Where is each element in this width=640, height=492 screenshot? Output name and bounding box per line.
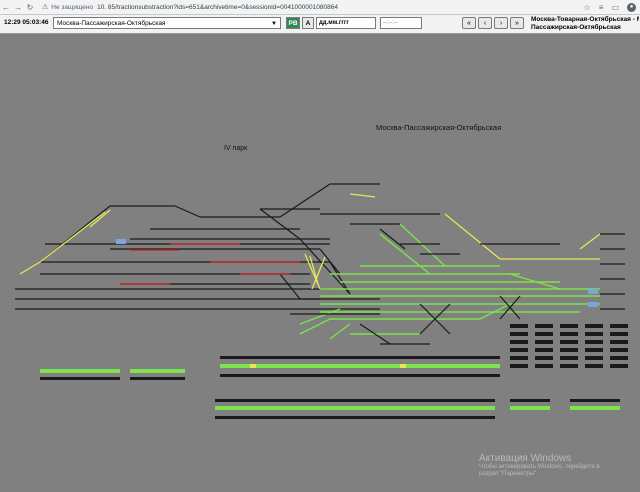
fault-segments [120, 243, 300, 285]
chevron-down-icon: ▼ [271, 21, 277, 27]
reading-list-icon[interactable]: ≡ [599, 3, 604, 12]
star-icon[interactable]: ☆ [584, 3, 591, 12]
a-button[interactable]: А [302, 17, 314, 29]
browser-bar: ← → ↻ ⚠ Не защищено 10. 85/tractionsubst… [0, 0, 640, 15]
station-title: Москва-Пассажирская-Октябрьская [376, 123, 502, 132]
current-time: 12:29 05:03:46 [4, 19, 49, 26]
breaker-bank-top [220, 356, 500, 377]
last-button[interactable]: » [510, 17, 524, 29]
prev-button[interactable]: ‹ [478, 17, 492, 29]
app-toolbar: 12:29 05:03:46 Москва-Пассажирская-Октяб… [0, 15, 640, 34]
back-icon[interactable]: ← [0, 3, 12, 12]
station-select[interactable]: Москва-Пассажирская-Октябрьская ▼ [53, 17, 281, 29]
left-breaker-bank [40, 369, 185, 380]
next-button[interactable]: › [494, 17, 508, 29]
breaker-bank-bottom [215, 399, 620, 419]
profile-avatar-icon[interactable]: ● [627, 2, 636, 12]
track-scheme[interactable] [0, 34, 640, 492]
security-label[interactable]: Не защищено [51, 4, 93, 11]
news-ticker: Москва-Товарная-Октябрьская - Моск Пасса… [531, 16, 639, 31]
pv-button[interactable]: РВ [286, 17, 300, 29]
station-energized-tracks [299, 223, 600, 340]
date-input[interactable]: дд.мм.гггг [316, 17, 376, 29]
park-label: IV парк [224, 145, 248, 152]
warning-icon[interactable]: ⚠ [42, 3, 48, 11]
windows-activation-watermark: Активация Windows Чтобы активировать Win… [479, 453, 600, 477]
reload-icon[interactable]: ↻ [24, 3, 36, 12]
address-bar[interactable]: 10. 85/tractionsubstraction?ids=651&arch… [97, 4, 517, 11]
first-button[interactable]: « [462, 17, 476, 29]
forward-icon[interactable]: → [12, 3, 24, 12]
park-iv-tracks [15, 183, 380, 310]
time-input[interactable]: --:--:-- [380, 17, 422, 29]
legend-block [510, 324, 628, 368]
extensions-icon[interactable]: ▭ [611, 3, 619, 12]
